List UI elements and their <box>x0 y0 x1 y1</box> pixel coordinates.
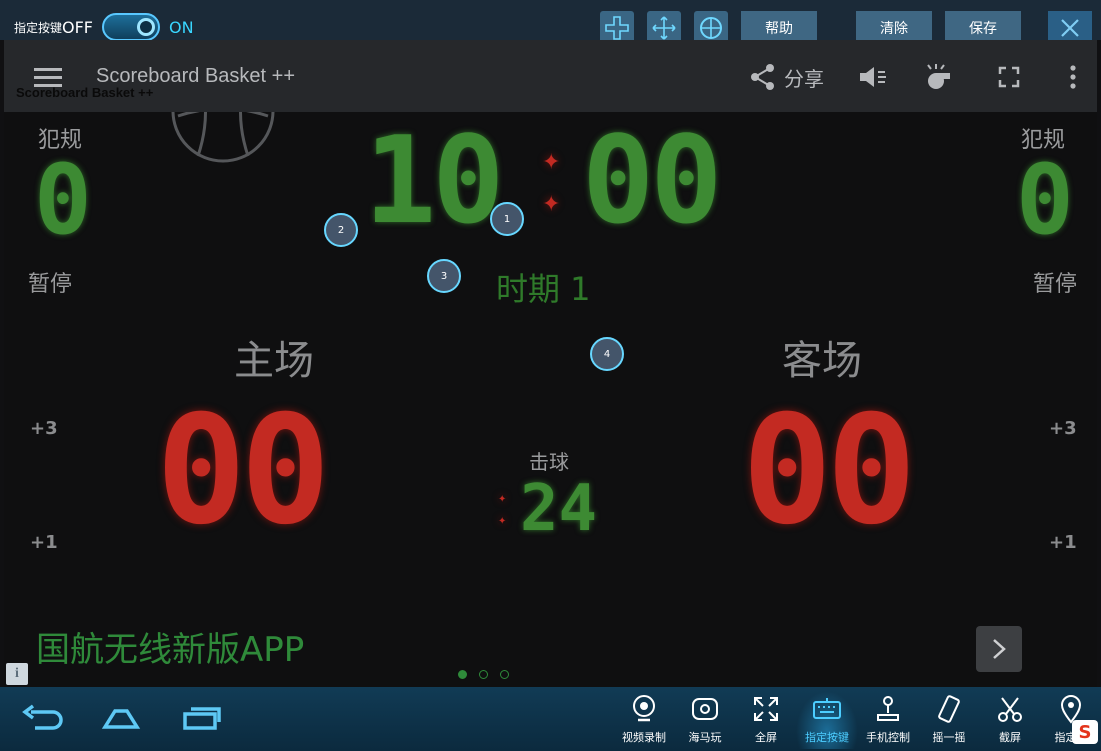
clock-colon-bottom: ✦ <box>542 192 561 217</box>
dock-key-mapping[interactable]: 指定按键 <box>796 691 858 749</box>
back-icon[interactable] <box>20 701 66 735</box>
fouls-away-display[interactable]: 0 <box>1016 144 1074 256</box>
clock-colon-top: ✦ <box>542 150 561 175</box>
dock-fullscreen[interactable]: 全屏 <box>735 691 797 749</box>
haima-icon <box>687 691 723 727</box>
fouls-home-display[interactable]: 0 <box>34 144 92 256</box>
app-subtitle: Scoreboard Basket ++ <box>16 85 154 100</box>
home-team-label: 主场 <box>234 338 314 384</box>
whistle-icon[interactable] <box>924 62 954 92</box>
dock-label: 指定按键 <box>805 731 849 744</box>
away-plus3-button[interactable]: +3 <box>1049 418 1077 439</box>
period-display[interactable]: 时期 1 <box>496 264 591 310</box>
dock-shake[interactable]: 摇一摇 <box>918 691 980 749</box>
dock-haima[interactable]: 海马玩 <box>674 691 736 749</box>
scoreboard: 犯规 犯规 0 0 暂停 暂停 10 ✦ ✦ 00 时期 1 主场 客场 +3 … <box>4 112 1097 687</box>
toggle-knob <box>137 18 155 36</box>
pager-dot[interactable] <box>479 670 488 679</box>
dock-phone-control[interactable]: 手机控制 <box>857 691 919 749</box>
share-label: 分享 <box>784 66 824 91</box>
home-plus1-button[interactable]: +1 <box>30 532 58 553</box>
dock-label: 海马玩 <box>688 731 722 744</box>
dock-label: 手机控制 <box>866 731 910 744</box>
scissors-icon <box>992 691 1028 727</box>
emulator-toolbar: 指定按键 OFF ON 帮助 清除 保存 <box>0 0 1101 45</box>
dock-label: 摇一摇 <box>932 731 966 744</box>
shot-clock-label: 击球 <box>529 450 569 474</box>
horn-icon[interactable] <box>858 62 888 92</box>
basketball-icon <box>171 112 275 163</box>
toggle-on-label: ON <box>169 18 194 37</box>
webcam-icon <box>626 691 662 727</box>
ime-logo[interactable]: S <box>1072 720 1098 744</box>
key-mapping-toggle[interactable] <box>102 13 160 41</box>
home-score-display[interactable]: 00 <box>156 384 331 558</box>
ad-pager <box>458 670 509 679</box>
keyboard-icon <box>809 691 845 727</box>
fullscreen-icon[interactable] <box>994 62 1024 92</box>
ad-banner-text[interactable]: 国航无线新版APP <box>36 622 304 671</box>
shake-icon <box>931 691 967 727</box>
share-button[interactable]: 分享 <box>748 62 824 92</box>
key-marker-4[interactable]: 4 <box>590 337 624 371</box>
dock-screenshot[interactable]: 截屏 <box>979 691 1041 749</box>
toggle-off-label: OFF <box>62 18 93 37</box>
clock-minutes: 10 <box>364 112 505 251</box>
joystick-icon <box>870 691 906 727</box>
chevron-right-icon <box>993 639 1006 659</box>
away-team-label: 客场 <box>782 338 862 384</box>
shot-clock-display[interactable]: 24 <box>520 472 597 546</box>
pager-dot[interactable] <box>500 670 509 679</box>
app-bar: Scoreboard Basket ++ Scoreboard Basket +… <box>4 40 1097 112</box>
dock-label: 截屏 <box>999 731 1021 744</box>
shot-clock-dot-top: ✦ <box>498 494 507 505</box>
ad-info-icon[interactable]: i <box>6 663 28 685</box>
dock-label: 全屏 <box>755 731 777 744</box>
away-score-display[interactable]: 00 <box>742 384 917 558</box>
key-marker-1[interactable]: 1 <box>490 202 524 236</box>
home-plus3-button[interactable]: +3 <box>30 418 58 439</box>
emulator-dock: 视频录制 海马玩 全屏 指定按键 手机控制 摇一摇 截屏 指定位 <box>0 687 1101 751</box>
close-icon <box>1061 19 1079 37</box>
shot-clock-dot-bottom: ✦ <box>498 516 507 527</box>
share-icon <box>751 64 774 90</box>
home-icon[interactable] <box>98 701 144 735</box>
more-options-icon[interactable] <box>1058 62 1088 92</box>
fullscreen-icon <box>748 691 784 727</box>
emulator-window: 指定按键 OFF ON 帮助 清除 保存 Scoreboard Basket +… <box>0 0 1101 751</box>
away-plus1-button[interactable]: +1 <box>1049 532 1077 553</box>
dock-label: 视频录制 <box>622 731 666 744</box>
key-mapping-label: 指定按键 <box>14 21 63 35</box>
ad-next-button[interactable] <box>976 626 1022 672</box>
key-marker-3[interactable]: 3 <box>427 259 461 293</box>
dock-video-record[interactable]: 视频录制 <box>613 691 675 749</box>
recent-apps-icon[interactable] <box>178 701 224 735</box>
timeout-label-away: 暂停 <box>1033 272 1078 297</box>
pager-dot[interactable] <box>458 670 467 679</box>
clock-seconds: 00 <box>582 112 723 251</box>
key-marker-2[interactable]: 2 <box>324 213 358 247</box>
timeout-label-home: 暂停 <box>28 272 73 297</box>
